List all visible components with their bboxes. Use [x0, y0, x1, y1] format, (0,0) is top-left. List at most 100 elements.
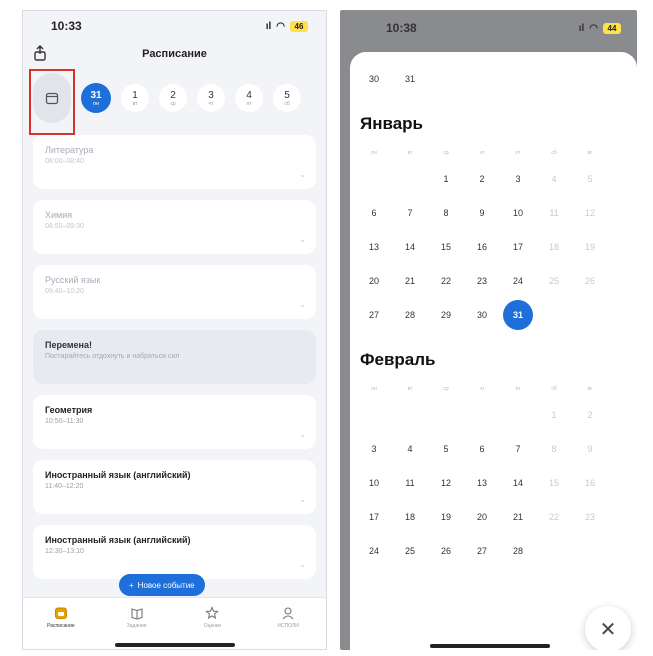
date-cell[interactable]: 17 — [356, 500, 392, 534]
date-cell[interactable]: 30 — [464, 298, 500, 332]
day-chip[interactable]: 2 ср — [159, 84, 187, 112]
date-cell[interactable]: 16 — [572, 466, 608, 500]
date-cell[interactable]: 26 — [428, 534, 464, 568]
weekday-label: ср — [443, 386, 449, 392]
date-cell[interactable]: 23 — [464, 264, 500, 298]
status-icons: ıl ◠ 44 — [578, 22, 621, 34]
date-cell — [572, 298, 608, 332]
month-title-february: Февраль — [360, 350, 436, 369]
lesson-name: Иностранный язык (английский) — [45, 535, 191, 545]
date-cell[interactable]: 18 — [392, 500, 428, 534]
date-cell[interactable]: 30 — [356, 62, 392, 96]
date-cell[interactable]: 7 — [500, 432, 536, 466]
date-cell[interactable]: 11 — [392, 466, 428, 500]
date-cell[interactable]: 5 — [428, 432, 464, 466]
date-cell[interactable]: 26 — [572, 264, 608, 298]
date-cell[interactable]: 14 — [500, 466, 536, 500]
date-cell[interactable]: 21 — [500, 500, 536, 534]
day-chip[interactable]: 31 пн — [81, 83, 111, 113]
date-cell[interactable]: 25 — [392, 534, 428, 568]
lesson-card[interactable]: Иностранный язык (английский) 11:40–12:2… — [33, 460, 316, 514]
date-cell[interactable]: 3 — [500, 162, 536, 196]
date-cell[interactable]: 16 — [464, 230, 500, 264]
date-cell — [392, 398, 428, 432]
date-cell[interactable]: 2 — [572, 398, 608, 432]
lesson-card[interactable]: Иностранный язык (английский) 12:30–13:1… — [33, 525, 316, 579]
date-cell[interactable]: 7 — [392, 196, 428, 230]
date-cell[interactable]: 9 — [464, 196, 500, 230]
lesson-card[interactable]: Литература 08:00–08:40 ⌄ — [33, 135, 316, 189]
signal-icon: ıl — [578, 22, 585, 34]
day-chip[interactable]: 5 сб — [273, 84, 301, 112]
status-time: 10:38 — [386, 21, 417, 35]
date-cell[interactable]: 28 — [500, 534, 536, 568]
date-cell[interactable]: 8 — [428, 196, 464, 230]
date-cell[interactable]: 13 — [464, 466, 500, 500]
date-cell[interactable]: 8 — [536, 432, 572, 466]
date-cell[interactable]: 11 — [536, 196, 572, 230]
date-cell[interactable]: 19 — [428, 500, 464, 534]
day-chip[interactable]: 3 чт — [197, 84, 225, 112]
date-cell[interactable]: 19 — [572, 230, 608, 264]
date-cell[interactable]: 17 — [500, 230, 536, 264]
date-cell[interactable]: 6 — [356, 196, 392, 230]
date-cell[interactable]: 31 — [392, 62, 428, 96]
date-cell[interactable]: 1 — [536, 398, 572, 432]
date-cell[interactable]: 21 — [392, 264, 428, 298]
date-cell — [536, 534, 572, 568]
weekday-label: вт — [407, 150, 413, 156]
date-cell[interactable]: 20 — [464, 500, 500, 534]
lesson-name: Литература — [45, 145, 94, 155]
day-chip[interactable]: 1 вт — [121, 84, 149, 112]
date-cell[interactable]: 13 — [356, 230, 392, 264]
chevron-down-icon: ⌄ — [299, 495, 306, 504]
date-cell[interactable]: 22 — [428, 264, 464, 298]
lesson-card[interactable]: Русский язык 09:40–10:20 ⌄ — [33, 265, 316, 319]
tab-schedule[interactable]: Расписание — [31, 606, 91, 649]
date-cell[interactable]: 15 — [536, 466, 572, 500]
lesson-card[interactable]: Геометрия 10:50–11:30 ⌄ — [33, 395, 316, 449]
lesson-card[interactable]: Химия 08:50–09:30 ⌄ — [33, 200, 316, 254]
date-cell[interactable]: 12 — [572, 196, 608, 230]
date-cell[interactable]: 10 — [500, 196, 536, 230]
date-cell[interactable]: 23 — [572, 500, 608, 534]
header: Расписание — [23, 41, 326, 67]
february-grid: пн вт ср чт пт сб вс 1 2 3 4 5 6 7 8 9 1… — [356, 380, 631, 568]
date-cell[interactable]: 6 — [464, 432, 500, 466]
calendar-icon — [54, 607, 67, 619]
date-cell — [356, 398, 392, 432]
tab-services[interactable]: ИСПОЛИ — [258, 606, 318, 649]
day-chip[interactable]: 4 пт — [235, 84, 263, 112]
date-cell[interactable]: 24 — [500, 264, 536, 298]
date-cell[interactable]: 4 — [536, 162, 572, 196]
date-cell[interactable]: 27 — [464, 534, 500, 568]
date-cell[interactable]: 14 — [392, 230, 428, 264]
date-cell[interactable]: 28 — [392, 298, 428, 332]
date-cell[interactable]: 4 — [392, 432, 428, 466]
date-cell[interactable]: 20 — [356, 264, 392, 298]
date-cell[interactable]: 22 — [536, 500, 572, 534]
date-cell[interactable]: 24 — [356, 534, 392, 568]
date-cell[interactable]: 25 — [536, 264, 572, 298]
date-cell[interactable]: 18 — [536, 230, 572, 264]
date-cell[interactable]: 9 — [572, 432, 608, 466]
date-cell[interactable]: 29 — [428, 298, 464, 332]
break-title: Перемена! — [45, 340, 92, 350]
selected-date-cell[interactable]: 31 — [500, 298, 536, 332]
share-icon[interactable] — [33, 45, 47, 61]
chevron-down-icon: ⌄ — [299, 235, 306, 244]
weekday-label: пт — [515, 386, 521, 392]
date-cell[interactable]: 2 — [464, 162, 500, 196]
chevron-down-icon: ⌄ — [299, 430, 306, 439]
close-button[interactable]: ✕ — [585, 606, 631, 650]
date-cell[interactable]: 5 — [572, 162, 608, 196]
weekday-label: пт — [515, 150, 521, 156]
date-cell[interactable]: 3 — [356, 432, 392, 466]
date-cell[interactable]: 15 — [428, 230, 464, 264]
date-cell[interactable]: 10 — [356, 466, 392, 500]
date-cell[interactable]: 1 — [428, 162, 464, 196]
date-cell[interactable]: 27 — [356, 298, 392, 332]
new-event-button[interactable]: + Новое событие — [119, 574, 205, 596]
date-cell[interactable]: 12 — [428, 466, 464, 500]
date-cell — [464, 398, 500, 432]
